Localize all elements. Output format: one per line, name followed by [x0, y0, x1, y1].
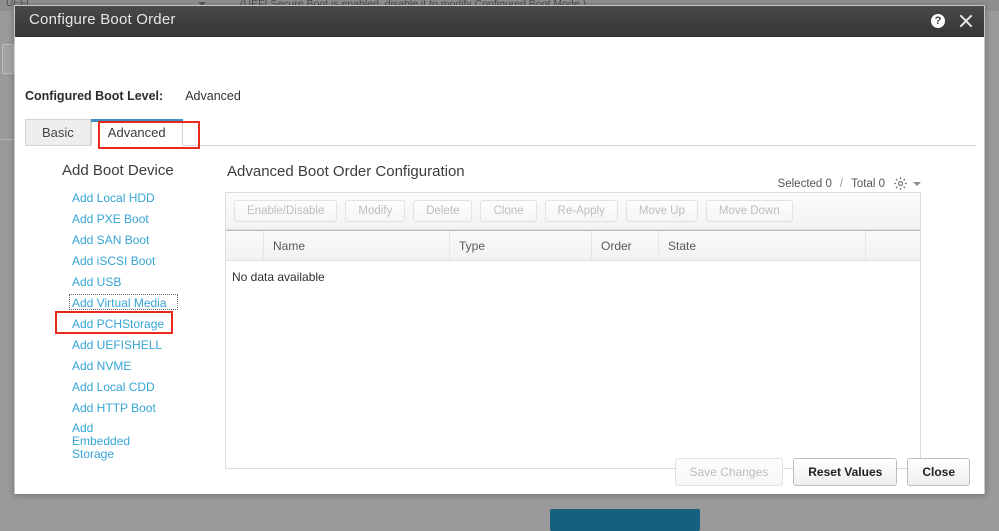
dialog-footer: Save Changes Reset Values Close [675, 458, 970, 486]
dialog-titlebar: Configure Boot Order ? [15, 6, 984, 37]
reset-values-button[interactable]: Reset Values [793, 458, 897, 486]
configured-boot-level-row: Configured Boot Level: Advanced [25, 89, 241, 103]
sidebar-item-add-pchstorage[interactable]: Add PCHStorage [25, 313, 215, 334]
tab-basic[interactable]: Basic [25, 119, 91, 145]
column-header-state[interactable]: State [659, 231, 866, 260]
sidebar-item-add-uefishell[interactable]: Add UEFISHELL [25, 334, 215, 355]
configure-boot-order-dialog: Configure Boot Order ? Configured Boot L… [14, 5, 985, 494]
boot-level-tabs: Basic Advanced [25, 117, 976, 146]
background-primary-button[interactable] [550, 509, 700, 531]
move-down-button[interactable]: Move Down [706, 200, 793, 222]
help-icon[interactable]: ? [931, 14, 945, 28]
sidebar-item-add-iscsi-boot[interactable]: Add iSCSI Boot [25, 250, 215, 271]
selected-count: Selected 0 [778, 178, 832, 190]
sidebar-item-add-embedded-storage[interactable]: Add Embedded Storage [25, 418, 150, 464]
background-left-panel [0, 11, 15, 491]
close-icon[interactable] [958, 13, 974, 29]
count-separator: / [840, 178, 843, 190]
save-changes-button[interactable]: Save Changes [675, 458, 784, 486]
column-header-order[interactable]: Order [592, 231, 659, 260]
focus-outline [69, 294, 178, 310]
enable-disable-button[interactable]: Enable/Disable [234, 200, 337, 222]
column-header-type[interactable]: Type [450, 231, 592, 260]
sidebar-item-add-virtual-media[interactable]: Add Virtual Media [25, 292, 215, 313]
titlebar-actions: ? [931, 6, 974, 36]
sidebar-item-add-usb[interactable]: Add USB [25, 271, 215, 292]
selection-counts: Selected 0 / Total 0 [778, 176, 921, 191]
boot-order-toolbar: Enable/Disable Modify Delete Clone Re-Ap… [225, 192, 921, 229]
table-empty-message: No data available [226, 261, 920, 284]
tab-advanced[interactable]: Advanced [91, 119, 183, 146]
total-count: Total 0 [851, 178, 885, 190]
column-header-actions[interactable] [866, 231, 918, 260]
sidebar-item-add-local-cdd[interactable]: Add Local CDD [25, 376, 215, 397]
sidebar-item-add-nvme[interactable]: Add NVME [25, 355, 215, 376]
background-left-field [2, 44, 14, 74]
sidebar-title: Add Boot Device [25, 162, 215, 179]
sidebar-item-add-pxe-boot[interactable]: Add PXE Boot [25, 208, 215, 229]
boot-order-table: Name Type Order State No data available [225, 229, 921, 469]
table-settings-button[interactable] [893, 176, 921, 191]
delete-button[interactable]: Delete [413, 200, 472, 222]
advanced-boot-order-panel: Advanced Boot Order Configuration Select… [225, 163, 921, 469]
dialog-title: Configure Boot Order [29, 11, 176, 28]
configured-boot-level-label: Configured Boot Level: [25, 89, 163, 103]
modify-button[interactable]: Modify [345, 200, 405, 222]
configured-boot-level-value: Advanced [185, 89, 241, 103]
move-up-button[interactable]: Move Up [626, 200, 698, 222]
sidebar-item-add-http-boot[interactable]: Add HTTP Boot [25, 397, 215, 418]
column-header-name[interactable]: Name [264, 231, 450, 260]
close-button[interactable]: Close [907, 458, 970, 486]
clone-button[interactable]: Clone [480, 200, 536, 222]
table-header-row: Name Type Order State [226, 230, 920, 261]
column-header-select[interactable] [226, 231, 264, 260]
sidebar-item-add-san-boot[interactable]: Add SAN Boot [25, 229, 215, 250]
re-apply-button[interactable]: Re-Apply [545, 200, 618, 222]
dialog-body: Configured Boot Level: Advanced Basic Ad… [15, 37, 984, 494]
sidebar-item-add-local-hdd[interactable]: Add Local HDD [25, 187, 215, 208]
gear-icon [893, 176, 908, 191]
chevron-down-icon [913, 182, 921, 186]
background-divider [0, 139, 14, 140]
add-boot-device-sidebar: Add Boot Device Add Local HDD Add PXE Bo… [25, 162, 215, 464]
